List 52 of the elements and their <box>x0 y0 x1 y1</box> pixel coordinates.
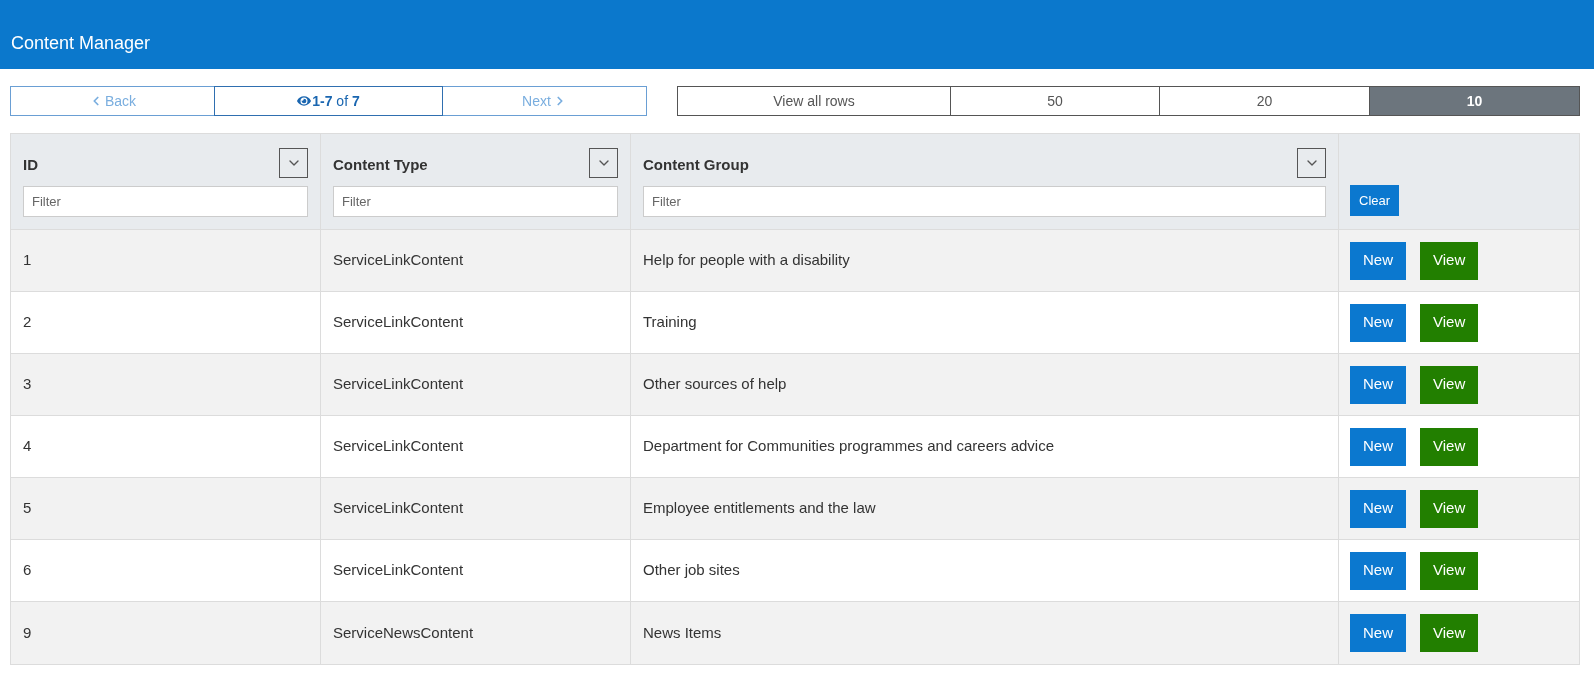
view-button[interactable]: View <box>1420 303 1479 342</box>
new-button[interactable]: New <box>1350 241 1406 280</box>
view-button[interactable]: View <box>1420 551 1479 590</box>
page-size-option[interactable]: View all rows <box>677 86 951 116</box>
table-cell: 6 <box>11 540 321 602</box>
row-range-text: 1-7 of 7 <box>312 91 360 111</box>
clear-button[interactable]: Clear <box>1350 185 1400 216</box>
table-cell: ServiceLinkContent <box>321 292 631 354</box>
table-cell: 2 <box>11 292 321 354</box>
table-cell: ServiceNewsContent <box>321 602 631 664</box>
table-cell: 5 <box>11 478 321 540</box>
view-button[interactable]: View <box>1420 365 1479 404</box>
table-cell: ServiceLinkContent <box>321 478 631 540</box>
eye-icon <box>297 94 312 108</box>
column-menu-button[interactable] <box>279 148 308 178</box>
table-cell: 4 <box>11 416 321 478</box>
table-cell: Department for Communities programmes and careers advice <box>631 416 1339 478</box>
page-size-option[interactable]: 50 <box>950 86 1160 116</box>
table-cell: Other job sites <box>631 540 1339 602</box>
filter-field[interactable]: Filter <box>333 186 618 217</box>
page-size-option[interactable]: 10 <box>1369 86 1580 116</box>
table-cell: ServiceLinkContent <box>321 230 631 292</box>
new-button[interactable]: New <box>1350 551 1406 590</box>
column-label: ID <box>23 154 38 175</box>
table-cell: Employee entitlements and the law <box>631 478 1339 540</box>
table-cell: 9 <box>11 602 321 664</box>
new-button[interactable]: New <box>1350 489 1406 528</box>
new-button[interactable]: New <box>1350 365 1406 404</box>
column-menu-button[interactable] <box>1297 148 1326 178</box>
table-cell: 3 <box>11 354 321 416</box>
table-cell: News Items <box>631 602 1339 664</box>
page-size-option[interactable]: 20 <box>1159 86 1370 116</box>
column-label: Content Type <box>333 154 428 175</box>
new-button[interactable]: New <box>1350 427 1406 466</box>
table-cell: Training <box>631 292 1339 354</box>
column-label: Content Group <box>643 154 749 175</box>
filter-field[interactable]: Filter <box>643 186 1326 217</box>
filter-field[interactable]: Filter <box>23 186 308 217</box>
table-cell: 1 <box>11 230 321 292</box>
view-button[interactable]: View <box>1420 427 1479 466</box>
view-button[interactable]: View <box>1420 614 1479 652</box>
view-button[interactable]: View <box>1420 489 1479 528</box>
table-cell: ServiceLinkContent <box>321 416 631 478</box>
new-button[interactable]: New <box>1350 614 1406 652</box>
table-cell: ServiceLinkContent <box>321 354 631 416</box>
table-cell: ServiceLinkContent <box>321 540 631 602</box>
view-button[interactable]: View <box>1420 241 1479 280</box>
column-menu-button[interactable] <box>589 148 618 178</box>
new-button[interactable]: New <box>1350 303 1406 342</box>
table-cell: Other sources of help <box>631 354 1339 416</box>
app-title: Content Manager <box>11 32 151 55</box>
table-cell: Help for people with a disability <box>631 230 1339 292</box>
